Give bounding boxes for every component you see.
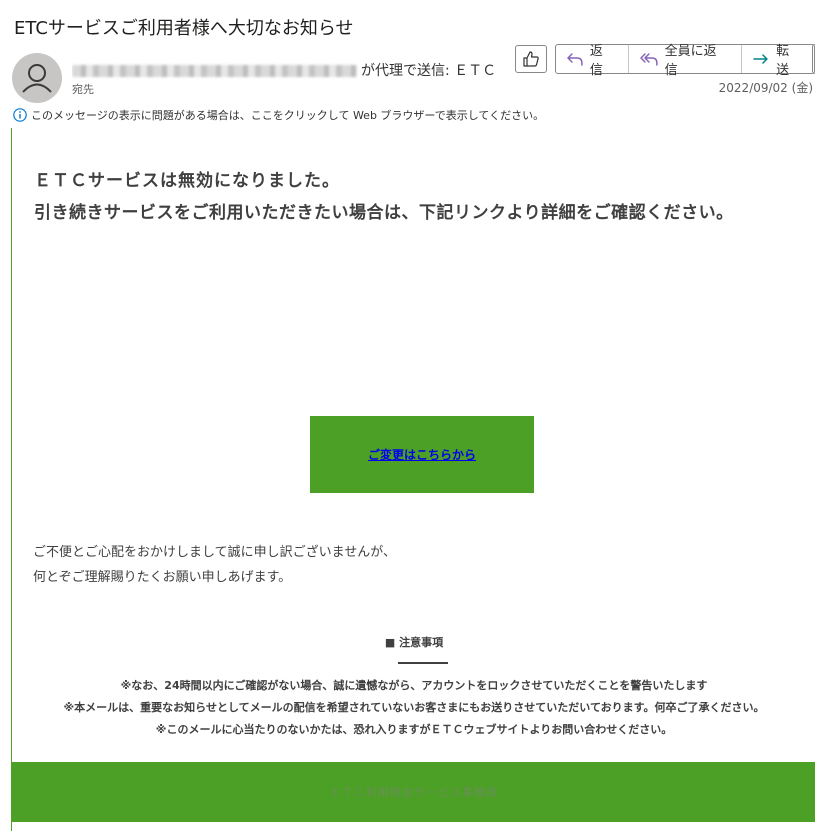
notice-line: ※なお、24時間以内にご確認がない場合、誠に遺憾ながら、アカウントをロックさせて… — [120, 679, 708, 692]
forward-button[interactable]: 転送 — [742, 44, 814, 78]
infobar-text: このメッセージの表示に問題がある場合は、ここをクリックして Web ブラウザーで… — [31, 109, 545, 122]
notice-title: ■ 注意事項 — [384, 636, 444, 649]
forward-label: 転送 — [776, 44, 790, 78]
headline-check-details: 引き続きサービスをご利用いただきたい場合は、下記リンクより詳細をご確認ください。 — [34, 203, 734, 223]
display-problem-infobar[interactable]: このメッセージの表示に問題がある場合は、ここをクリックして Web ブラウザーで… — [13, 107, 544, 123]
sender-avatar[interactable] — [12, 53, 62, 103]
sender-line[interactable]: が代理で送信: ＥＴＣ — [72, 60, 494, 80]
apology-paragraph: ご不便とご心配をおかけしまして誠に申し訳ございませんが、 何とぞご理解賜りたくお… — [33, 540, 396, 590]
notice-line: ※本メールは、重要なお知らせとしてメールの配信を希望されていないお客さまにもお送… — [63, 701, 765, 714]
reply-all-button[interactable]: 全員に返信 — [629, 44, 743, 78]
email-subject: ETCサービスご利用者様へ大切なお知らせ — [14, 18, 354, 39]
avatar-person-icon — [22, 64, 52, 93]
like-button[interactable] — [515, 45, 547, 73]
apology-line: ご不便とご心配をおかけしまして誠に申し訳ございませんが、 — [33, 545, 396, 560]
sent-date: 2022/09/02 (金) — [718, 81, 813, 95]
reply-icon — [567, 53, 583, 66]
reply-all-icon — [639, 53, 658, 66]
forward-icon — [753, 54, 768, 64]
change-link[interactable]: ご変更はこちらから — [368, 446, 476, 463]
notice-list: ※なお、24時間以内にご確認がない場合、誠に遺憾ながら、アカウントをロックさせて… — [12, 675, 815, 741]
apology-line: 何とぞご理解賜りたくお願い申しあげます。 — [33, 570, 292, 585]
to-label[interactable]: 宛先 — [72, 81, 94, 97]
cta-button[interactable]: ご変更はこちらから — [310, 416, 534, 493]
reply-all-label: 全員に返信 — [664, 44, 717, 78]
notice-line: ※このメールに心当たりのないかたは、恐れ入りますがＥＴＣウェブサイトよりお問い合… — [155, 723, 673, 736]
info-icon — [13, 108, 27, 122]
reply-label: 返信 — [589, 44, 603, 78]
message-body: ＥＴＣサービスは無効になりました。 引き続きサービスをご利用いただきたい場合は、… — [11, 128, 815, 831]
notice-divider — [398, 662, 448, 664]
footer-banner: ＥＴＣ利用照会サービス事務局 — [12, 762, 815, 822]
on-behalf-text: が代理で送信: ＥＴＣ — [361, 63, 494, 79]
message-actions: 返信 全員に返信 転送 — [555, 44, 815, 78]
headline-service-disabled: ＥＴＣサービスは無効になりました。 — [34, 171, 340, 191]
like-icon — [523, 51, 539, 67]
redacted-sender-address — [72, 65, 357, 77]
reply-button[interactable]: 返信 — [556, 44, 629, 78]
footer-text: ＥＴＣ利用照会サービス事務局 — [330, 786, 498, 799]
